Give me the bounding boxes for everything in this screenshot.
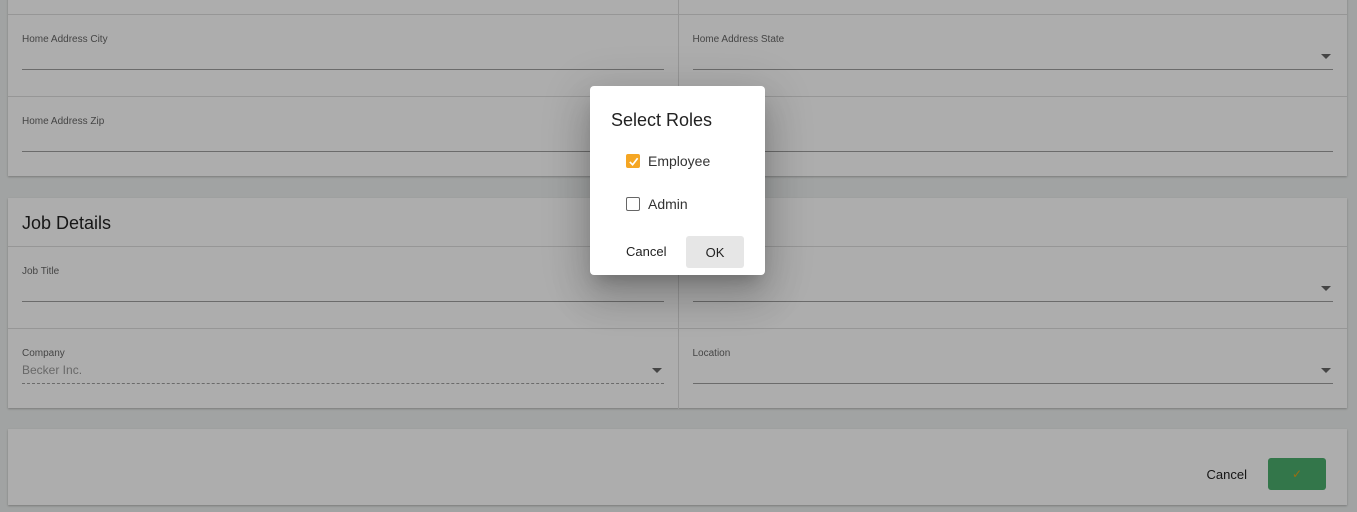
checkmark-icon: [628, 157, 638, 166]
employee-checkbox[interactable]: [626, 154, 640, 168]
admin-label: Admin: [648, 196, 688, 212]
admin-checkbox[interactable]: [626, 197, 640, 211]
select-roles-dialog: Select Roles Employee Admin Cancel OK: [590, 86, 765, 275]
dialog-ok-button[interactable]: OK: [686, 236, 744, 268]
role-option-admin[interactable]: Admin: [626, 196, 688, 212]
dialog-cancel-button[interactable]: Cancel: [626, 244, 666, 259]
employee-label: Employee: [648, 153, 711, 169]
role-option-employee[interactable]: Employee: [626, 153, 710, 169]
dialog-title: Select Roles: [611, 110, 713, 130]
